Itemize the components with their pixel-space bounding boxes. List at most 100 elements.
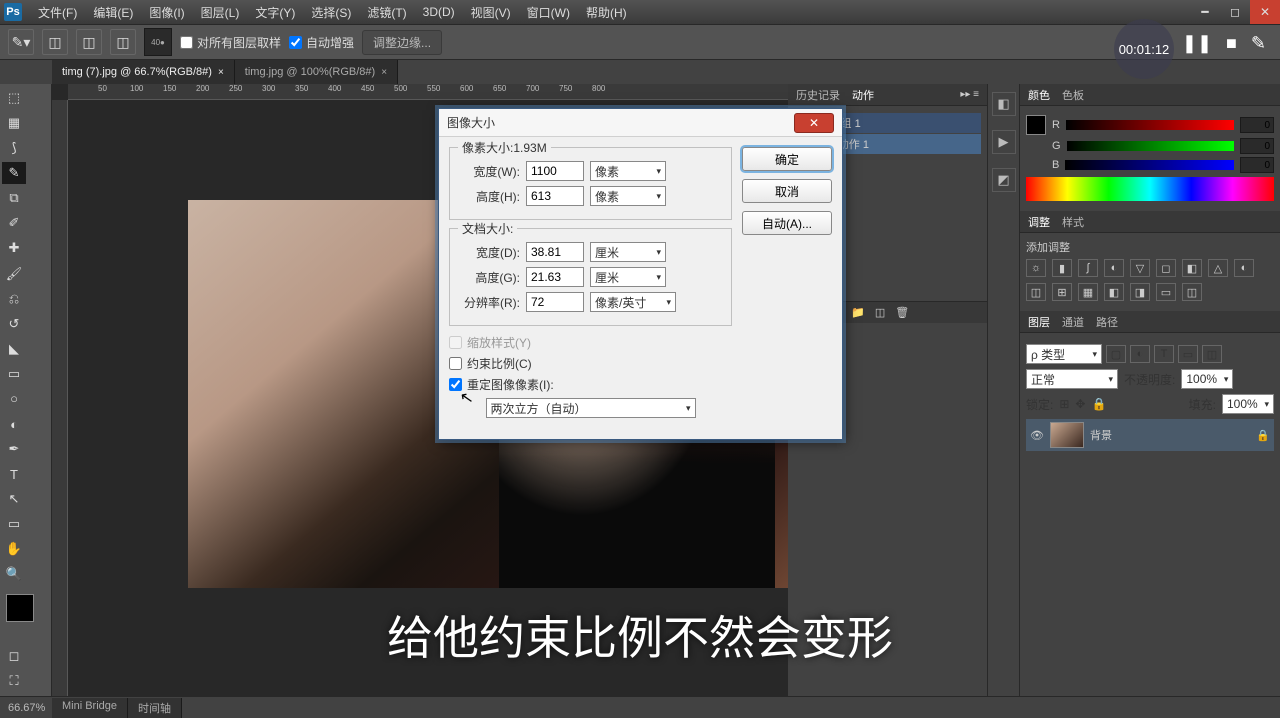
- current-tool-icon[interactable]: ✎▾: [8, 29, 34, 55]
- adj-curves-icon[interactable]: ∫: [1078, 259, 1098, 277]
- close-icon[interactable]: ✕: [1250, 0, 1280, 24]
- tab-timeline[interactable]: 时间轴: [128, 698, 182, 718]
- color-b-input[interactable]: [1240, 157, 1274, 173]
- path-tool-icon[interactable]: ↖: [2, 488, 26, 510]
- tab-adjust[interactable]: 调整: [1028, 214, 1050, 230]
- filter-shape-icon[interactable]: ▭: [1178, 345, 1198, 363]
- width-pixels-input[interactable]: [526, 161, 584, 181]
- rec-stop-icon[interactable]: ■: [1226, 33, 1237, 54]
- type-tool-icon[interactable]: T: [2, 463, 26, 485]
- adj-thresh-icon[interactable]: ◨: [1130, 283, 1150, 301]
- menu-edit[interactable]: 编辑(E): [85, 4, 141, 21]
- adj-grad-icon[interactable]: ▭: [1156, 283, 1176, 301]
- zoom-level[interactable]: 66.67%: [8, 702, 45, 714]
- history-brush-tool-icon[interactable]: ↺: [2, 313, 26, 335]
- brush-tool-icon[interactable]: 🖌: [2, 263, 26, 285]
- tab-channels[interactable]: 通道: [1062, 314, 1084, 330]
- height-doc-unit[interactable]: 厘米: [590, 267, 666, 287]
- adj-select-icon[interactable]: ◫: [1182, 283, 1202, 301]
- quick-select-tool-icon[interactable]: ✎: [2, 162, 26, 184]
- gradient-tool-icon[interactable]: ▭: [2, 363, 26, 385]
- eraser-tool-icon[interactable]: ◣: [2, 338, 26, 360]
- panel-icon[interactable]: ◧: [992, 92, 1016, 116]
- tab-swatches[interactable]: 色板: [1062, 87, 1084, 103]
- fg-swatch-icon[interactable]: [1026, 115, 1046, 135]
- menu-layer[interactable]: 图层(L): [193, 4, 248, 21]
- filter-img-icon[interactable]: ▢: [1106, 345, 1126, 363]
- adj-brightness-icon[interactable]: ☼: [1026, 259, 1046, 277]
- opacity-input[interactable]: 100%: [1181, 369, 1233, 389]
- minimize-icon[interactable]: ━: [1190, 0, 1220, 24]
- menu-file[interactable]: 文件(F): [30, 4, 85, 21]
- blur-tool-icon[interactable]: ○: [2, 388, 26, 410]
- rec-edit-icon[interactable]: ✎: [1251, 33, 1266, 54]
- trash-icon[interactable]: 🗑: [895, 306, 909, 319]
- auto-button[interactable]: 自动(A)...: [742, 211, 832, 235]
- resample-method-select[interactable]: 两次立方（自动）: [486, 398, 696, 418]
- adj-mixer-icon[interactable]: ◫: [1026, 283, 1046, 301]
- adj-photo-icon[interactable]: ◐: [1234, 259, 1254, 277]
- panel-icon[interactable]: ◩: [992, 168, 1016, 192]
- width-doc-input[interactable]: [526, 242, 584, 262]
- lock-pixels-icon[interactable]: ⊞: [1059, 397, 1069, 411]
- doc-tab-1[interactable]: timg (7).jpg @ 66.7%(RGB/8#)×: [52, 60, 235, 84]
- blend-mode[interactable]: 正常: [1026, 369, 1118, 389]
- ok-button[interactable]: 确定: [742, 147, 832, 171]
- refine-edge-button[interactable]: 调整边缘...: [362, 30, 442, 55]
- screenmode-icon[interactable]: ⛶: [2, 670, 26, 692]
- menu-view[interactable]: 视图(V): [463, 4, 519, 21]
- height-unit-select[interactable]: 像素: [590, 186, 666, 206]
- tab-styles[interactable]: 样式: [1062, 214, 1084, 230]
- pen-tool-icon[interactable]: ✒: [2, 438, 26, 460]
- fg-bg-swatch[interactable]: [6, 594, 34, 622]
- tab-minibridge[interactable]: Mini Bridge: [52, 698, 128, 718]
- quickmask-icon[interactable]: ◻: [2, 645, 26, 667]
- width-doc-unit[interactable]: 厘米: [590, 242, 666, 262]
- menu-help[interactable]: 帮助(H): [578, 4, 635, 21]
- layer-filter[interactable]: ρ 类型: [1026, 344, 1102, 364]
- color-spectrum[interactable]: [1026, 177, 1274, 201]
- brush-preset[interactable]: 40●: [144, 28, 172, 56]
- doc-tab-2[interactable]: timg.jpg @ 100%(RGB/8#)×: [235, 60, 398, 84]
- opt-new-selection-icon[interactable]: ◫: [42, 29, 68, 55]
- adj-exposure-icon[interactable]: ◐: [1104, 259, 1124, 277]
- opt-add-selection-icon[interactable]: ◫: [76, 29, 102, 55]
- lasso-tool-icon[interactable]: ⟆: [2, 137, 26, 159]
- hand-tool-icon[interactable]: ✋: [2, 538, 26, 560]
- stamp-tool-icon[interactable]: ⎌: [2, 288, 26, 310]
- constrain-proportions-checkbox[interactable]: 约束比例(C): [449, 355, 732, 372]
- healing-tool-icon[interactable]: ✚: [2, 237, 26, 259]
- panel-play-icon[interactable]: ▶: [992, 130, 1016, 154]
- menu-window[interactable]: 窗口(W): [519, 4, 578, 21]
- tab-actions[interactable]: 动作: [852, 87, 874, 103]
- menu-3d[interactable]: 3D(D): [415, 5, 463, 19]
- lock-pos-icon[interactable]: ✥: [1075, 397, 1085, 411]
- marquee-tool-icon[interactable]: ▦: [2, 112, 26, 134]
- filter-type-icon[interactable]: T: [1154, 345, 1174, 363]
- tab-color[interactable]: 颜色: [1028, 87, 1050, 103]
- rec-pause-icon[interactable]: ❚❚: [1182, 33, 1212, 54]
- eyedropper-tool-icon[interactable]: ✐: [2, 212, 26, 234]
- tab-paths[interactable]: 路径: [1096, 314, 1118, 330]
- adj-vibrance-icon[interactable]: ▽: [1130, 259, 1150, 277]
- color-g-input[interactable]: [1240, 138, 1274, 154]
- layer-row-bg[interactable]: 👁 背景 🔒: [1026, 419, 1274, 451]
- adj-poster-icon[interactable]: ◧: [1104, 283, 1124, 301]
- auto-enhance-checkbox[interactable]: 自动增强: [289, 34, 354, 51]
- color-r-input[interactable]: [1240, 117, 1274, 133]
- adj-hue-icon[interactable]: ◻: [1156, 259, 1176, 277]
- dodge-tool-icon[interactable]: ◐: [2, 413, 26, 435]
- resolution-unit[interactable]: 像素/英寸: [590, 292, 676, 312]
- resample-checkbox[interactable]: 重定图像像素(I):: [449, 376, 732, 393]
- opt-sub-selection-icon[interactable]: ◫: [110, 29, 136, 55]
- tab-close-icon[interactable]: ×: [218, 67, 224, 78]
- menu-image[interactable]: 图像(I): [141, 4, 192, 21]
- new-icon[interactable]: ◫: [875, 306, 885, 319]
- lock-all-icon[interactable]: 🔒: [1091, 397, 1106, 411]
- height-pixels-input[interactable]: [526, 186, 584, 206]
- dialog-title-bar[interactable]: 图像大小 ✕: [439, 109, 842, 137]
- resolution-input[interactable]: [526, 292, 584, 312]
- adj-lookup-icon[interactable]: ⊞: [1052, 283, 1072, 301]
- adj-levels-icon[interactable]: ▮: [1052, 259, 1072, 277]
- folder-icon[interactable]: 📁: [851, 306, 865, 319]
